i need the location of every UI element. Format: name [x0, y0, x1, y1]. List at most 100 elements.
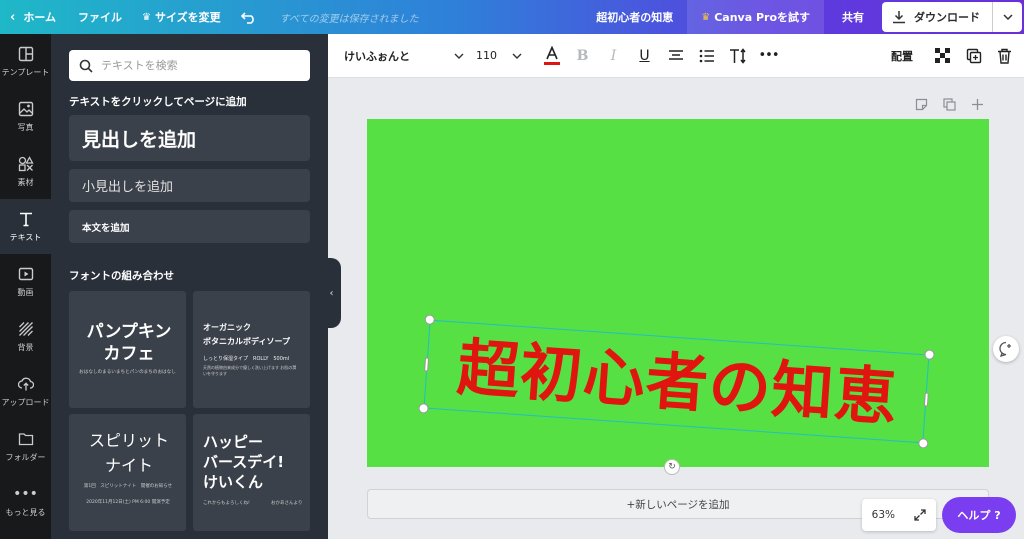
italic-icon: I [610, 47, 617, 64]
share-button[interactable]: 共有 [824, 0, 882, 34]
spacing-button[interactable] [722, 34, 753, 78]
chevron-down-icon[interactable] [992, 2, 1022, 32]
photo-icon [17, 100, 35, 118]
arrange-button[interactable]: 配置 [891, 34, 927, 78]
background-icon [17, 320, 35, 338]
font-family-select[interactable]: けいふぉんと [344, 34, 464, 78]
resize-handle[interactable] [917, 438, 929, 449]
rail-label: 背景 [17, 343, 34, 352]
try-pro-button[interactable]: ♛ Canva Proを試す [687, 0, 824, 34]
font-combo-birthday[interactable]: ハッピー バースデイ! けいくん これからもよろしくね! おかあさんより [193, 414, 310, 531]
home-button[interactable]: ‹ ホーム [0, 0, 66, 34]
search-icon [79, 59, 93, 73]
add-body-button[interactable]: 本文を追加 [69, 210, 310, 243]
delete-button[interactable] [989, 34, 1020, 78]
text-color-icon [543, 45, 560, 65]
combo-title: オーガニック ボタニカルボディソープ [203, 323, 290, 346]
crown-icon: ♛ [701, 11, 711, 23]
font-combo-spirit[interactable]: スピリット ナイト 第1回 スピリットナイト 開催のお知らせ 2020年11月1… [69, 414, 186, 531]
rail-item-more[interactable]: ••• もっと見る [0, 474, 51, 529]
video-icon [17, 265, 35, 283]
document-title[interactable]: 超初心者の知恵 [582, 0, 687, 34]
comment-button[interactable] [993, 336, 1019, 362]
rail-item-folder[interactable]: フォルダー [0, 419, 51, 474]
headline-text[interactable]: 超初心者の知恵 [424, 321, 930, 445]
search-input[interactable] [101, 59, 301, 72]
side-rail: テンプレート 写真 素材 テキスト 動画 背景 アップロード フォルダー •••… [0, 34, 51, 539]
align-button[interactable] [660, 34, 691, 78]
resize-handle[interactable] [418, 403, 429, 414]
transparency-icon [935, 48, 950, 63]
duplicate-icon [966, 48, 981, 63]
resize-handle[interactable] [924, 349, 935, 360]
align-center-icon [668, 49, 683, 60]
text-search[interactable] [69, 50, 310, 81]
chevron-down-icon [512, 53, 522, 59]
more-options-button[interactable]: ••• [753, 34, 784, 78]
list-button[interactable] [691, 34, 722, 78]
font-combo-pumpkin[interactable]: パンプキン カフェ おはなしのまるいまちとパンのまちのおはなし [69, 291, 186, 408]
side-handle[interactable] [923, 392, 929, 407]
rail-label: もっと見る [5, 508, 46, 517]
file-menu[interactable]: ファイル [68, 0, 132, 34]
underline-button[interactable]: U [629, 34, 660, 78]
crown-icon: ♛ [142, 11, 151, 23]
design-page[interactable]: 超初心者の知恵 [367, 119, 989, 467]
bold-button[interactable]: B [567, 34, 598, 78]
click-to-add-heading: テキストをクリックしてページに追加 [69, 96, 247, 108]
folder-icon [17, 430, 35, 448]
rail-item-photo[interactable]: 写真 [0, 89, 51, 144]
resize-button[interactable]: ♛ サイズを変更 [132, 0, 231, 34]
add-subheading-button[interactable]: 小見出しを追加 [69, 169, 310, 202]
italic-button[interactable]: I [598, 34, 629, 78]
font-combos-heading: フォントの組み合わせ [69, 270, 174, 282]
trash-icon [998, 48, 1011, 64]
rail-item-video[interactable]: 動画 [0, 254, 51, 309]
plus-icon [972, 99, 983, 110]
text-icon [17, 210, 35, 228]
zoom-control[interactable]: 63% [862, 499, 936, 531]
add-heading-button[interactable]: 見出しを追加 [69, 115, 310, 161]
template-icon [17, 45, 35, 63]
collapse-panel-button[interactable]: ‹ [322, 258, 341, 328]
text-toolbar: けいふぉんと 110 B I U ••• 配置 [328, 34, 1024, 78]
rail-item-background[interactable]: 背景 [0, 309, 51, 364]
duplicate-button[interactable] [958, 34, 989, 78]
download-button[interactable]: ダウンロード [882, 2, 1022, 32]
page-note-button[interactable] [915, 98, 928, 115]
chevron-down-icon [454, 53, 464, 59]
elements-icon [17, 155, 35, 173]
headline-selection[interactable]: 超初心者の知恵 [418, 314, 935, 449]
chevron-left-icon: ‹ [329, 287, 334, 299]
rail-item-text[interactable]: テキスト [0, 199, 51, 254]
font-combo-organic[interactable]: オーガニック ボタニカルボディソープ しっとり保湿タイプ ROLLY 500ml… [193, 291, 310, 408]
rail-label: アップロード [1, 398, 50, 407]
undo-button[interactable] [231, 0, 266, 34]
rail-label: テンプレート [1, 68, 50, 77]
rail-item-template[interactable]: テンプレート [0, 34, 51, 89]
combo-subtitle: これからもよろしくね! [203, 501, 250, 506]
undo-icon [240, 11, 254, 24]
rail-label: フォルダー [5, 453, 46, 462]
download-label: ダウンロード [914, 11, 980, 24]
text-color-button[interactable] [536, 34, 567, 78]
text-panel: テキストをクリックしてページに追加 見出しを追加 小見出しを追加 本文を追加 フ… [51, 34, 328, 539]
fullscreen-icon[interactable] [914, 509, 926, 521]
rail-label: 動画 [17, 288, 34, 297]
rotate-handle[interactable]: ↻ [664, 459, 680, 475]
page-duplicate-button[interactable] [943, 98, 956, 115]
rail-item-elements[interactable]: 素材 [0, 144, 51, 199]
combo-title: ハッピー バースデイ! けいくん [203, 433, 285, 491]
transparency-button[interactable] [927, 34, 958, 78]
copy-icon [943, 98, 956, 111]
add-page-button[interactable] [971, 98, 984, 115]
font-size-value: 110 [476, 49, 497, 62]
underline-icon: U [639, 47, 650, 64]
zoom-level: 63% [871, 509, 895, 521]
resize-label: サイズを変更 [155, 11, 221, 24]
rail-item-upload[interactable]: アップロード [0, 364, 51, 419]
combo-title: パンプキン カフェ [86, 322, 172, 364]
combo-fine-print: 天然の植物由来成分で優しく洗い上げます お肌の潤いを守ります [203, 365, 297, 376]
font-size-select[interactable]: 110 [476, 34, 522, 78]
help-button[interactable]: ヘルプ ? [942, 497, 1016, 533]
